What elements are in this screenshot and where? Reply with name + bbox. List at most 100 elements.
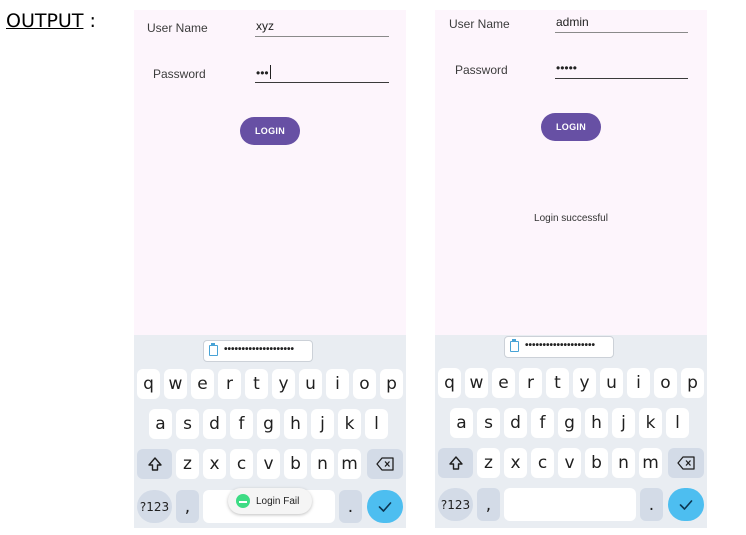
key-l[interactable]: l	[666, 408, 689, 438]
username-label: User Name	[147, 21, 208, 35]
key-d[interactable]: d	[203, 409, 226, 439]
key-p[interactable]: p	[380, 369, 403, 399]
symbols-key[interactable]: ?123	[438, 488, 473, 521]
login-form: User Name xyz Password ••• LOGIN	[134, 10, 406, 335]
key-t[interactable]: t	[546, 368, 569, 398]
key-m[interactable]: m	[639, 448, 662, 478]
key-w[interactable]: w	[465, 368, 488, 398]
backspace-key[interactable]	[367, 449, 403, 479]
key-r[interactable]: r	[519, 368, 542, 398]
comma-key[interactable]: ,	[176, 490, 199, 523]
key-x[interactable]: x	[504, 448, 527, 478]
status-message: Login successful	[534, 213, 608, 224]
soft-keyboard: •••••••••••••••••••• q w e r t y u i o p…	[134, 335, 406, 528]
key-u[interactable]: u	[600, 368, 623, 398]
key-b[interactable]: b	[585, 448, 608, 478]
key-s[interactable]: s	[176, 409, 199, 439]
password-label: Password	[455, 63, 508, 77]
phone-screen-login-success: User Name admin Password ••••• LOGIN Log…	[435, 10, 707, 528]
key-d[interactable]: d	[504, 408, 527, 438]
username-label: User Name	[449, 17, 510, 31]
key-i[interactable]: i	[326, 369, 349, 399]
key-f[interactable]: f	[531, 408, 554, 438]
key-z[interactable]: z	[477, 448, 500, 478]
backspace-key[interactable]	[668, 448, 704, 478]
clipboard-text: ••••••••••••••••••••	[525, 340, 596, 351]
key-c[interactable]: c	[230, 449, 253, 479]
key-v[interactable]: v	[257, 449, 280, 479]
key-j[interactable]: j	[612, 408, 635, 438]
key-b[interactable]: b	[284, 449, 307, 479]
toast-text: Login Fail	[256, 495, 300, 507]
key-e[interactable]: e	[492, 368, 515, 398]
key-q[interactable]: q	[137, 369, 160, 399]
output-heading: OUTPUT :	[6, 10, 96, 32]
key-a[interactable]: a	[149, 409, 172, 439]
clipboard-icon	[209, 343, 218, 356]
symbols-key[interactable]: ?123	[137, 490, 172, 523]
phone-screen-login-fail: User Name xyz Password ••• LOGIN •••••••…	[134, 10, 406, 528]
enter-key[interactable]	[367, 490, 403, 523]
key-a[interactable]: a	[450, 408, 473, 438]
text-caret	[269, 65, 271, 79]
key-o[interactable]: o	[353, 369, 376, 399]
shift-icon	[147, 457, 162, 471]
key-n[interactable]: n	[311, 449, 334, 479]
clipboard-text: ••••••••••••••••••••	[224, 344, 295, 355]
key-c[interactable]: c	[531, 448, 554, 478]
key-x[interactable]: x	[203, 449, 226, 479]
key-e[interactable]: e	[191, 369, 214, 399]
period-key[interactable]: .	[339, 490, 362, 523]
username-field[interactable]: admin	[555, 14, 688, 33]
checkmark-icon	[679, 499, 693, 510]
key-q[interactable]: q	[438, 368, 461, 398]
key-g[interactable]: g	[257, 409, 280, 439]
soft-keyboard: •••••••••••••••••••• q w e r t y u i o p…	[435, 335, 707, 528]
key-n[interactable]: n	[612, 448, 635, 478]
login-button[interactable]: LOGIN	[541, 113, 601, 141]
key-j[interactable]: j	[311, 409, 334, 439]
key-g[interactable]: g	[558, 408, 581, 438]
key-l[interactable]: l	[365, 409, 388, 439]
username-value: admin	[556, 15, 589, 29]
key-u[interactable]: u	[299, 369, 322, 399]
key-y[interactable]: y	[272, 369, 295, 399]
username-field[interactable]: xyz	[255, 18, 389, 37]
output-colon: :	[83, 10, 96, 32]
clipboard-suggestion[interactable]: ••••••••••••••••••••	[203, 340, 313, 362]
key-v[interactable]: v	[558, 448, 581, 478]
comma-key[interactable]: ,	[477, 488, 500, 521]
key-t[interactable]: t	[245, 369, 268, 399]
key-k[interactable]: k	[338, 409, 361, 439]
backspace-icon	[376, 457, 394, 471]
clipboard-icon	[510, 339, 519, 352]
key-p[interactable]: p	[681, 368, 704, 398]
login-button[interactable]: LOGIN	[240, 117, 300, 145]
password-value: •••	[256, 65, 271, 80]
key-i[interactable]: i	[627, 368, 650, 398]
key-o[interactable]: o	[654, 368, 677, 398]
key-r[interactable]: r	[218, 369, 241, 399]
password-field[interactable]: •••••	[555, 60, 688, 79]
password-field[interactable]: •••	[255, 64, 389, 83]
password-dots: •••••	[556, 61, 578, 75]
shift-key[interactable]	[438, 448, 473, 478]
password-dots: •••	[256, 66, 269, 80]
key-m[interactable]: m	[338, 449, 361, 479]
key-w[interactable]: w	[164, 369, 187, 399]
key-z[interactable]: z	[176, 449, 199, 479]
username-value: xyz	[256, 19, 274, 33]
password-label: Password	[153, 67, 206, 81]
key-y[interactable]: y	[573, 368, 596, 398]
spacebar[interactable]	[504, 488, 636, 521]
key-h[interactable]: h	[585, 408, 608, 438]
key-s[interactable]: s	[477, 408, 500, 438]
shift-key[interactable]	[137, 449, 172, 479]
enter-key[interactable]	[668, 488, 704, 521]
period-key[interactable]: .	[640, 488, 663, 521]
key-h[interactable]: h	[284, 409, 307, 439]
key-f[interactable]: f	[230, 409, 253, 439]
clipboard-suggestion[interactable]: ••••••••••••••••••••	[504, 336, 614, 358]
toast-login-fail: Login Fail	[228, 488, 312, 514]
key-k[interactable]: k	[639, 408, 662, 438]
